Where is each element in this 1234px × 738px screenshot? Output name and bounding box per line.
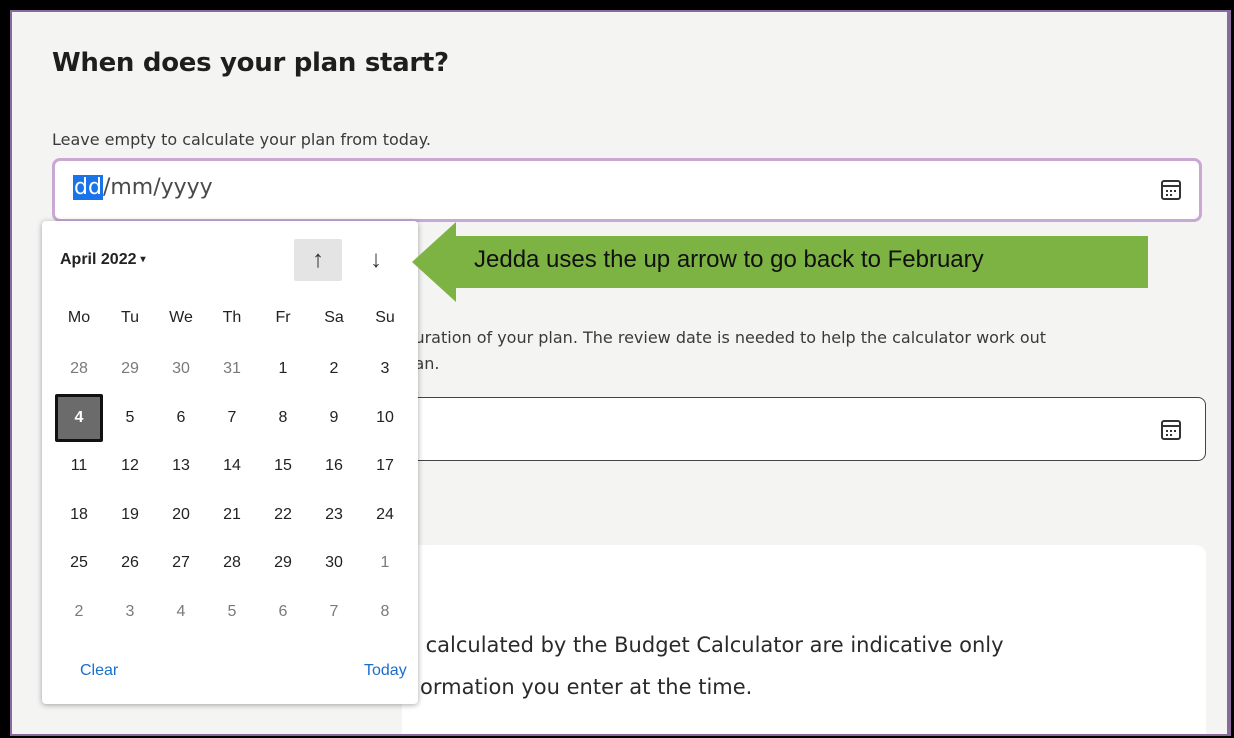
calendar-day[interactable]: 2	[62, 592, 96, 632]
disclaimer-card: s calculated by the Budget Calculator ar…	[402, 545, 1206, 734]
start-date-input[interactable]: dd/mm/yyyy	[52, 158, 1202, 222]
calendar-day[interactable]: 7	[215, 398, 249, 438]
clear-button[interactable]: Clear	[80, 662, 118, 680]
calendar-day[interactable]: 8	[368, 592, 402, 632]
calendar-day[interactable]: 18	[62, 495, 96, 535]
calendar-day[interactable]: 12	[113, 446, 147, 486]
calendar-day[interactable]: 21	[215, 495, 249, 535]
date-mask-rest: /mm/yyyy	[102, 175, 213, 200]
calendar-week-row: 11 12 13 14 15 16 17	[62, 446, 402, 495]
calendar-day[interactable]: 15	[266, 446, 300, 486]
calendar-day[interactable]: 28	[215, 543, 249, 583]
weekday-label: Mo	[67, 309, 91, 326]
calendar-day[interactable]: 14	[215, 446, 249, 486]
weekday-label: Sa	[324, 309, 344, 326]
weekday-label: Tu	[120, 309, 140, 326]
calendar-icon[interactable]	[1161, 420, 1181, 440]
calendar-day[interactable]: 2	[317, 349, 351, 389]
month-label: April 2022	[60, 251, 137, 268]
calendar-day[interactable]: 11	[62, 446, 96, 486]
calendar-day[interactable]: 8	[266, 398, 300, 438]
annotation-callout: Jedda uses the up arrow to go back to Fe…	[412, 222, 1152, 302]
next-month-button[interactable]: ↓	[352, 239, 400, 281]
disclaimer-line-1: s calculated by the Budget Calculator ar…	[408, 633, 1004, 657]
disclaimer-line-2: ormation you enter at the time.	[420, 675, 753, 699]
calendar-day[interactable]: 27	[164, 543, 198, 583]
calendar-day[interactable]: 24	[368, 495, 402, 535]
weekday-label: We	[169, 309, 193, 326]
calendar-day[interactable]: 29	[266, 543, 300, 583]
weekday-label: Su	[375, 309, 395, 326]
calendar-day[interactable]: 3	[113, 592, 147, 632]
calendar-day[interactable]: 16	[317, 446, 351, 486]
weekday-label: Fr	[275, 309, 291, 326]
calendar-week-row: 25 26 27 28 29 30 1	[62, 543, 402, 592]
page-title: When does your plan start?	[52, 48, 449, 78]
calendar-day[interactable]: 6	[266, 592, 300, 632]
calendar-day[interactable]: 30	[164, 349, 198, 389]
calendar-week-row: 28 29 30 31 1 2 3	[62, 349, 402, 398]
weekday-header: Mo Tu We Th Fr Sa Su	[62, 309, 402, 327]
start-date-hint: Leave empty to calculate your plan from …	[52, 130, 431, 149]
date-picker-popup: April 2022 ▾ ↑ ↓ Mo Tu We Th Fr Sa Su 28 29 30 31 1…	[42, 221, 418, 704]
calendar-week-row: 4 5 6 7 8 9 10	[55, 393, 402, 447]
calendar-day[interactable]: 31	[215, 349, 249, 389]
previous-month-button[interactable]: ↑	[294, 239, 342, 281]
calendar-grid: 28 29 30 31 1 2 3 4 5 6 7 8 9 10 11 12 13 14 15 16 17 18 19 20 2…	[55, 349, 402, 641]
calendar-day[interactable]: 1	[368, 543, 402, 583]
calendar-day[interactable]: 30	[317, 543, 351, 583]
date-mask[interactable]: dd/mm/yyyy	[73, 175, 213, 200]
calendar-day[interactable]: 26	[113, 543, 147, 583]
calendar-day[interactable]: 17	[368, 446, 402, 486]
calendar-day[interactable]: 13	[164, 446, 198, 486]
calendar-day-today[interactable]: 4	[55, 393, 103, 442]
calendar-day[interactable]: 20	[164, 495, 198, 535]
calendar-day[interactable]: 9	[317, 398, 351, 438]
calendar-day[interactable]: 1	[266, 349, 300, 389]
calendar-day[interactable]: 4	[164, 592, 198, 632]
calendar-day[interactable]: 7	[317, 592, 351, 632]
review-date-input[interactable]	[402, 397, 1206, 461]
date-mask-day-segment[interactable]: dd	[73, 175, 103, 200]
calendar-icon[interactable]	[1161, 180, 1181, 200]
calendar-day[interactable]: 28	[62, 349, 96, 389]
chevron-down-icon: ▾	[140, 254, 146, 265]
calendar-day[interactable]: 10	[368, 398, 402, 438]
today-button[interactable]: Today	[364, 662, 407, 680]
calendar-week-row: 18 19 20 21 22 23 24	[62, 495, 402, 544]
calendar-day[interactable]: 3	[368, 349, 402, 389]
calendar-day[interactable]: 6	[164, 398, 198, 438]
callout-text: Jedda uses the up arrow to go back to Fe…	[474, 246, 984, 273]
calendar-day[interactable]: 23	[317, 495, 351, 535]
calendar-day[interactable]: 25	[62, 543, 96, 583]
calendar-day[interactable]: 5	[215, 592, 249, 632]
calendar-day[interactable]: 5	[113, 398, 147, 438]
calendar-week-row: 2345678	[62, 592, 402, 641]
review-date-description: luration of your plan. The review date i…	[410, 328, 1047, 347]
month-year-dropdown[interactable]: April 2022 ▾	[60, 251, 146, 269]
calendar-day[interactable]: 19	[113, 495, 147, 535]
calendar-day[interactable]: 22	[266, 495, 300, 535]
calendar-day[interactable]: 29	[113, 349, 147, 389]
weekday-label: Th	[222, 309, 242, 326]
